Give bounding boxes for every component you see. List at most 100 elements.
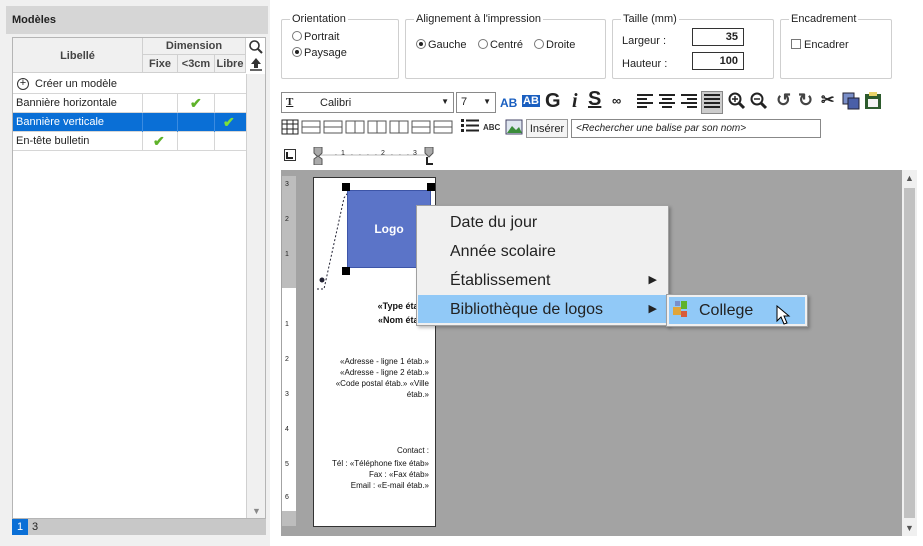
list-icon[interactable] xyxy=(460,118,480,137)
doc-address-2: «Adresse - ligne 2 étab.» xyxy=(340,368,429,377)
doc-postal-code: «Code postal étab.» «Ville xyxy=(335,379,429,388)
menu-item-label: Date du jour xyxy=(450,214,538,231)
font-type-icon: T xyxy=(286,96,294,108)
create-model-label: Créer un modèle xyxy=(35,78,117,90)
pager-current[interactable]: 1 xyxy=(12,519,28,535)
italic-icon[interactable]: i xyxy=(572,90,578,113)
col-header-libre[interactable]: Libre xyxy=(215,55,246,73)
radio-droite[interactable]: Droite xyxy=(534,39,575,51)
ruler-tick: 3 xyxy=(285,391,289,398)
export-icon[interactable] xyxy=(248,56,264,72)
align-left-icon[interactable] xyxy=(636,93,654,112)
scroll-down-icon[interactable]: ▼ xyxy=(905,523,914,533)
undo-icon[interactable]: ↺ xyxy=(776,90,791,111)
menu-item-bibliotheque[interactable]: Bibliothèque de logos ▶ xyxy=(418,295,667,323)
col-header-lt3cm[interactable]: <3cm xyxy=(178,55,215,73)
radio-portrait[interactable]: Portrait xyxy=(292,31,339,43)
models-table: Libellé Dimension Fixe <3cm Libre + Crée… xyxy=(12,37,266,519)
width-field[interactable]: 35 xyxy=(692,28,744,46)
resize-handle[interactable] xyxy=(427,183,435,191)
table-search-icon[interactable] xyxy=(248,39,264,55)
redo-icon[interactable]: ↻ xyxy=(798,90,813,111)
radio-paysage-label: Paysage xyxy=(304,47,347,59)
radio-gauche[interactable]: Gauche xyxy=(416,39,467,51)
ruler-tick: 1 xyxy=(341,150,345,157)
mouse-cursor-icon xyxy=(776,304,792,330)
underline-icon[interactable]: S xyxy=(588,88,601,111)
svg-text:·: · xyxy=(407,152,409,159)
spellcheck-icon[interactable]: ABC xyxy=(483,123,500,132)
bold-icon[interactable]: G xyxy=(545,90,561,113)
scroll-up-icon[interactable]: ▲ xyxy=(905,173,914,183)
cut-icon[interactable]: ✂ xyxy=(821,90,834,110)
logo-library-icon xyxy=(671,299,691,322)
size-group: Taille (mm) Largeur : 35 Hauteur : 100 xyxy=(612,13,774,79)
radio-centre-label: Centré xyxy=(490,39,524,51)
row-label: En-tête bulletin xyxy=(16,135,90,147)
radio-droite-label: Droite xyxy=(546,39,576,51)
svg-text:·: · xyxy=(351,152,353,159)
submenu-arrow-icon: ▶ xyxy=(648,274,657,286)
uppercase-icon[interactable]: AB xyxy=(500,96,517,110)
ruler-tick: 4 xyxy=(285,426,289,433)
align-center-icon[interactable] xyxy=(658,93,676,112)
resize-handle[interactable] xyxy=(342,183,350,191)
frame-checkbox-label: Encadrer xyxy=(804,39,849,51)
col-header-libelle[interactable]: Libellé xyxy=(13,38,143,73)
radio-paysage[interactable]: Paysage xyxy=(292,47,347,59)
link-icon[interactable]: ∞ xyxy=(612,93,621,108)
menu-item-label: Bibliothèque de logos xyxy=(450,301,604,318)
orientation-title: Orientation xyxy=(290,13,348,25)
menu-item-date[interactable]: Date du jour xyxy=(418,208,667,236)
radio-icon xyxy=(292,31,302,41)
menu-item-label: Année scolaire xyxy=(450,243,556,260)
align-right-icon[interactable] xyxy=(680,93,698,112)
chevron-down-icon: ▼ xyxy=(483,97,491,106)
table-row-selected[interactable]: Bannière verticale ✔ xyxy=(13,113,247,132)
create-model-row[interactable]: + Créer un modèle xyxy=(13,75,247,94)
menu-item-annee[interactable]: Année scolaire xyxy=(418,237,667,265)
check-icon: ✔ xyxy=(153,133,165,149)
radio-icon xyxy=(416,39,426,49)
scroll-thumb[interactable] xyxy=(904,188,915,518)
radio-icon xyxy=(478,39,488,49)
resize-handle[interactable] xyxy=(342,267,350,275)
row-label: Bannière horizontale xyxy=(16,97,117,109)
zoom-out-icon[interactable] xyxy=(750,92,768,113)
font-size-select[interactable]: 7 ▼ xyxy=(456,92,496,113)
font-name: Calibri xyxy=(320,97,352,109)
tag-search-input[interactable]: <Rechercher une balise par son nom> xyxy=(571,119,821,138)
insert-button[interactable]: Insérer xyxy=(526,119,568,138)
highlight-uppercase-icon[interactable]: AB xyxy=(522,95,540,107)
height-field[interactable]: 100 xyxy=(692,52,744,70)
radio-centre[interactable]: Centré xyxy=(478,39,523,51)
table-scrollbar[interactable]: ▼ xyxy=(246,74,265,518)
font-select[interactable]: T Calibri ▼ xyxy=(281,92,454,113)
svg-text:·: · xyxy=(399,152,401,159)
add-circle-icon: + xyxy=(17,78,29,90)
paste-icon[interactable] xyxy=(864,91,882,113)
table-row[interactable]: Bannière horizontale ✔ xyxy=(13,94,247,113)
frame-checkbox[interactable]: Encadrer xyxy=(791,39,849,51)
menu-item-etablissement[interactable]: Établissement ▶ xyxy=(418,266,667,294)
logo-label: Logo xyxy=(374,222,404,236)
canvas-scrollbar[interactable]: ▲ ▼ xyxy=(902,170,917,536)
scroll-down-icon[interactable]: ▼ xyxy=(252,506,261,516)
check-icon: ✔ xyxy=(223,114,235,130)
align-justify-icon[interactable] xyxy=(701,91,723,114)
col-header-dimension: Dimension xyxy=(143,38,246,55)
col-header-fixe[interactable]: Fixe xyxy=(143,55,178,73)
copy-icon[interactable] xyxy=(842,92,860,113)
ruler-tick: 3 xyxy=(285,181,289,188)
ruler-tick: 2 xyxy=(285,356,289,363)
ruler-tick: 1 xyxy=(285,251,289,258)
radio-gauche-label: Gauche xyxy=(428,39,467,51)
pager-next[interactable]: 3 xyxy=(32,521,38,533)
image-icon[interactable] xyxy=(505,119,523,138)
table-icon[interactable] xyxy=(281,119,299,138)
table-row[interactable]: En-tête bulletin ✔ xyxy=(13,132,247,151)
alignment-title: Alignement à l'impression xyxy=(414,13,543,25)
svg-text:·: · xyxy=(359,152,361,159)
zoom-in-icon[interactable] xyxy=(728,92,746,113)
submenu-item-label: College xyxy=(699,302,754,319)
